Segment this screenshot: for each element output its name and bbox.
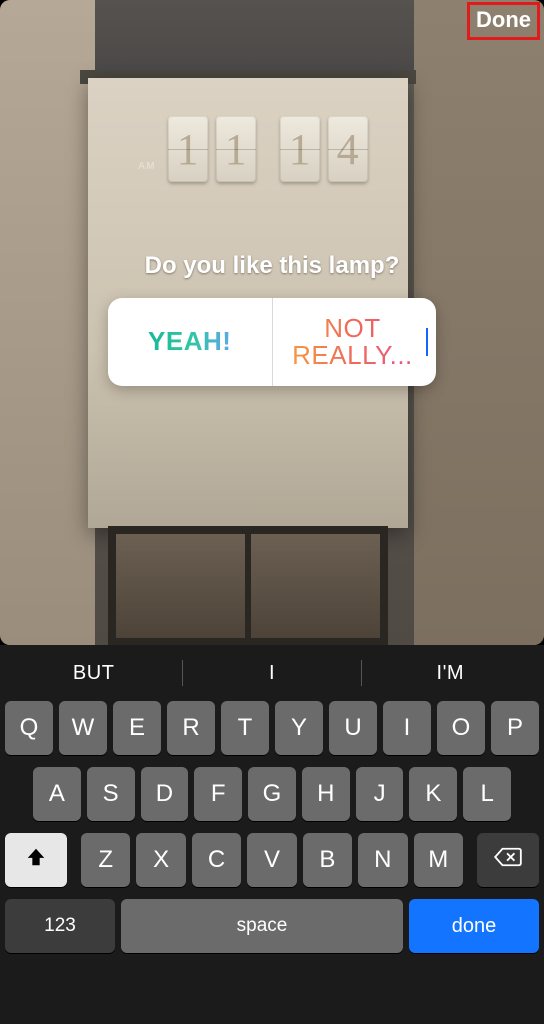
key-g[interactable]: G [248, 767, 296, 821]
key-b[interactable]: B [303, 833, 352, 887]
clock-ampm: AM [138, 161, 156, 172]
text-cursor [426, 328, 428, 356]
key-v[interactable]: V [247, 833, 296, 887]
key-k[interactable]: K [409, 767, 457, 821]
suggestion-bar: BUT I I'M [5, 645, 539, 701]
key-t[interactable]: T [221, 701, 269, 755]
key-d[interactable]: D [141, 767, 189, 821]
key-number-switch[interactable]: 123 [5, 899, 115, 953]
key-s[interactable]: S [87, 767, 135, 821]
key-z[interactable]: Z [81, 833, 130, 887]
poll-option-b-label: NOT REALLY... [281, 315, 425, 370]
poll-question[interactable]: Do you like this lamp? [108, 252, 436, 280]
key-row-3: Z X C V B N M [5, 833, 539, 887]
key-shift[interactable] [5, 833, 67, 887]
backspace-icon [493, 846, 523, 875]
clock-digit-2: 1 [216, 116, 256, 182]
key-j[interactable]: J [356, 767, 404, 821]
clock-digit-4: 4 [328, 116, 368, 182]
story-canvas: AM 1 1 1 4 Done Do you like this lamp? Y… [0, 0, 544, 645]
key-r[interactable]: R [167, 701, 215, 755]
key-e[interactable]: E [113, 701, 161, 755]
key-o[interactable]: O [437, 701, 485, 755]
key-f[interactable]: F [194, 767, 242, 821]
suggestion-3[interactable]: I'M [362, 662, 539, 685]
clock-digit-3: 1 [280, 116, 320, 182]
keyboard: BUT I I'M Q W E R T Y U I O P A S D F G … [0, 645, 544, 1024]
key-l[interactable]: L [463, 767, 511, 821]
key-c[interactable]: C [192, 833, 241, 887]
flip-clock: AM 1 1 1 4 [138, 116, 368, 182]
key-a[interactable]: A [33, 767, 81, 821]
done-button[interactable]: Done [476, 7, 531, 33]
key-done[interactable]: done [409, 899, 539, 953]
key-n[interactable]: N [358, 833, 407, 887]
key-w[interactable]: W [59, 701, 107, 755]
key-u[interactable]: U [329, 701, 377, 755]
poll-option-a[interactable]: YEAH! [108, 298, 272, 386]
key-m[interactable]: M [414, 833, 463, 887]
poll-option-b[interactable]: NOT REALLY... [272, 298, 437, 386]
key-row-bottom: 123 space done [5, 899, 539, 953]
photo-lamp-frame [108, 526, 388, 645]
poll-options: YEAH! NOT REALLY... [108, 298, 436, 386]
key-p[interactable]: P [491, 701, 539, 755]
key-row-2: A S D F G H J K L [5, 767, 539, 821]
key-h[interactable]: H [302, 767, 350, 821]
shift-icon [25, 846, 47, 875]
poll-sticker[interactable]: Do you like this lamp? YEAH! NOT REALLY.… [108, 252, 436, 386]
key-row-1: Q W E R T Y U I O P [5, 701, 539, 755]
key-space[interactable]: space [121, 899, 403, 953]
key-backspace[interactable] [477, 833, 539, 887]
suggestion-2[interactable]: I [183, 662, 360, 685]
key-x[interactable]: X [136, 833, 185, 887]
key-y[interactable]: Y [275, 701, 323, 755]
done-button-highlight: Done [467, 2, 540, 40]
suggestion-1[interactable]: BUT [5, 662, 182, 685]
photo-wall-left [0, 0, 95, 645]
key-i[interactable]: I [383, 701, 431, 755]
key-q[interactable]: Q [5, 701, 53, 755]
poll-option-a-label: YEAH! [148, 328, 231, 355]
clock-digit-1: 1 [168, 116, 208, 182]
